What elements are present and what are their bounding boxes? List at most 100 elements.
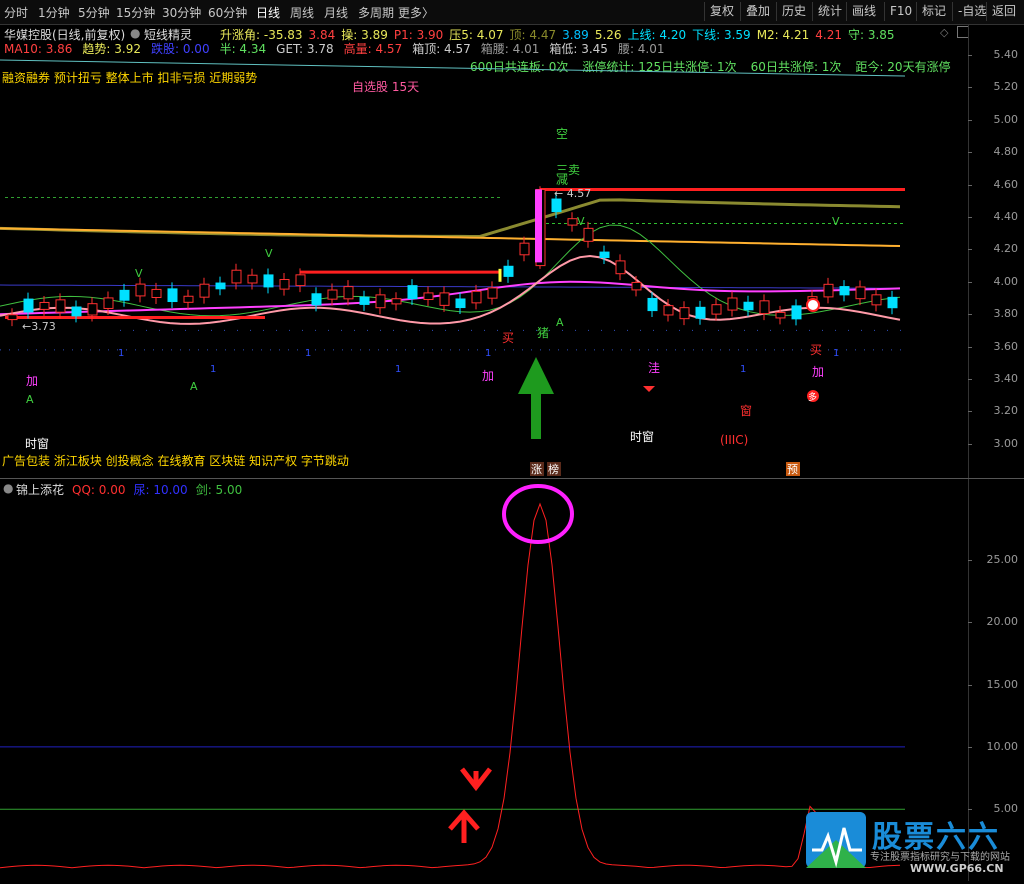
candle-body	[471, 290, 482, 304]
arrow-down-annotation	[460, 767, 492, 792]
period-tab-4[interactable]: 30分钟	[162, 4, 201, 21]
candle-body	[7, 314, 18, 321]
candle-body	[359, 296, 370, 305]
blue-tick: 1	[833, 348, 839, 359]
candle-body	[407, 285, 418, 300]
diamond-marker	[643, 386, 655, 392]
axis-label-2: 15.00	[986, 677, 1019, 691]
signal-add: 加	[482, 369, 494, 383]
candle-body	[567, 218, 578, 226]
ma-blue	[0, 284, 901, 289]
candlestick-chart[interactable]: 空三卖减← 4.57←3.73买 猪A加加加买洼窗(IIIC)时窗 时窗AAVVV V…	[0, 24, 968, 502]
signal-a: A	[556, 316, 564, 329]
toolbar-action-6[interactable]: 标记	[916, 2, 951, 21]
candle-body	[71, 306, 82, 317]
candle-body	[631, 281, 642, 291]
period-tab-1[interactable]: 1分钟	[38, 4, 70, 21]
candle-body	[871, 294, 882, 306]
candle-body	[679, 307, 690, 320]
toolbar-action-4[interactable]: 画线	[846, 2, 881, 21]
candle-body	[839, 286, 850, 296]
candle-body	[103, 297, 114, 309]
tag-zhang: 涨	[531, 463, 542, 476]
axis-tick	[968, 119, 972, 121]
axis-label-0: 25.00	[986, 553, 1019, 566]
signal-jian: 减	[556, 173, 568, 187]
price-low-label: ←3.73	[22, 320, 56, 333]
candle-body	[727, 297, 738, 311]
signal-buy-2: 买	[810, 343, 822, 357]
toolbar-action-5[interactable]: F10	[884, 2, 917, 21]
axis-tick	[968, 281, 972, 283]
period-tab-10[interactable]: 更多〉	[398, 4, 434, 21]
candle-body	[487, 287, 498, 299]
axis-tick	[968, 411, 972, 413]
candle-body	[791, 305, 802, 320]
period-tab-2[interactable]: 5分钟	[78, 4, 110, 21]
candle-body	[743, 301, 754, 311]
period-toolbar: 分时 1分钟 5分钟 15分钟 30分钟 60分钟 日线 周线 月线 多周期 更多〉 复权 叠加 历史 统计…	[0, 0, 1024, 25]
period-tab-9[interactable]: 多周期	[358, 4, 394, 21]
axis-tick	[968, 314, 972, 316]
candle-body	[663, 305, 674, 316]
signal-timewindow-2: 时窗	[630, 430, 654, 444]
signal-v: V	[135, 267, 143, 280]
axis-label-8: 3.80	[993, 307, 1019, 321]
period-tab-6[interactable]: 日线	[256, 4, 280, 21]
blue-tick: 1	[740, 364, 746, 375]
signal-iiic: (IIIC)	[720, 433, 748, 447]
candle-body	[551, 198, 562, 213]
signal-a: A	[190, 380, 198, 393]
candle-body	[423, 292, 434, 301]
tag-bang: 榜	[548, 462, 559, 476]
candle-body	[39, 301, 50, 310]
period-tab-5[interactable]: 60分钟	[208, 4, 247, 21]
axis-tick	[968, 184, 972, 186]
period-tab-0[interactable]: 分时	[4, 4, 28, 21]
tag-yu: 预	[787, 463, 798, 476]
candle-body	[215, 282, 226, 290]
ma-orange	[0, 227, 901, 248]
axis-tick	[968, 152, 972, 154]
price-high-label: ← 4.57	[554, 187, 591, 200]
axis-label-3: 4.80	[993, 145, 1019, 159]
toolbar-action-0[interactable]: 复权	[704, 2, 739, 21]
green-arrow-head	[518, 357, 554, 394]
signal-timewindow: 时窗	[25, 437, 49, 451]
candle-body	[855, 286, 866, 300]
toolbar-action-8[interactable]: 返回	[986, 2, 1021, 21]
candle-body	[23, 298, 34, 313]
candle-body	[503, 265, 514, 277]
period-tab-3[interactable]: 15分钟	[116, 4, 155, 21]
period-tab-7[interactable]: 周线	[290, 4, 314, 21]
axis-label-1: 20.00	[986, 615, 1019, 629]
candle-body	[295, 274, 306, 287]
axis-label-2: 5.00	[993, 112, 1019, 126]
candle-body	[183, 295, 194, 303]
candle-body	[391, 298, 402, 305]
signal-window: 窗	[740, 404, 752, 418]
toolbar-action-1[interactable]: 叠加	[740, 2, 775, 21]
trend-line	[0, 59, 906, 77]
period-tab-8[interactable]: 月线	[324, 4, 348, 21]
toolbar-action-3[interactable]: 统计	[812, 2, 847, 21]
candle-body	[439, 292, 450, 306]
candle-body	[695, 306, 706, 319]
candle-body	[279, 279, 290, 290]
candle-body	[375, 294, 386, 309]
candle-body	[55, 299, 66, 313]
axis-tick	[968, 87, 972, 89]
axis-label-0: 5.40	[993, 48, 1019, 61]
toolbar-action-2[interactable]: 历史	[776, 2, 811, 21]
axis-tick	[968, 560, 972, 561]
candle-body	[311, 293, 322, 306]
candle-body	[759, 300, 770, 315]
candle-body	[647, 297, 658, 312]
axis-label-9: 3.60	[993, 339, 1019, 353]
candle-body	[823, 283, 834, 298]
blue-tick: 1	[118, 348, 124, 359]
qq-line	[0, 502, 901, 869]
candle-body	[343, 286, 354, 300]
axis-tick	[968, 746, 972, 748]
axis-label-5: 4.40	[993, 210, 1019, 223]
